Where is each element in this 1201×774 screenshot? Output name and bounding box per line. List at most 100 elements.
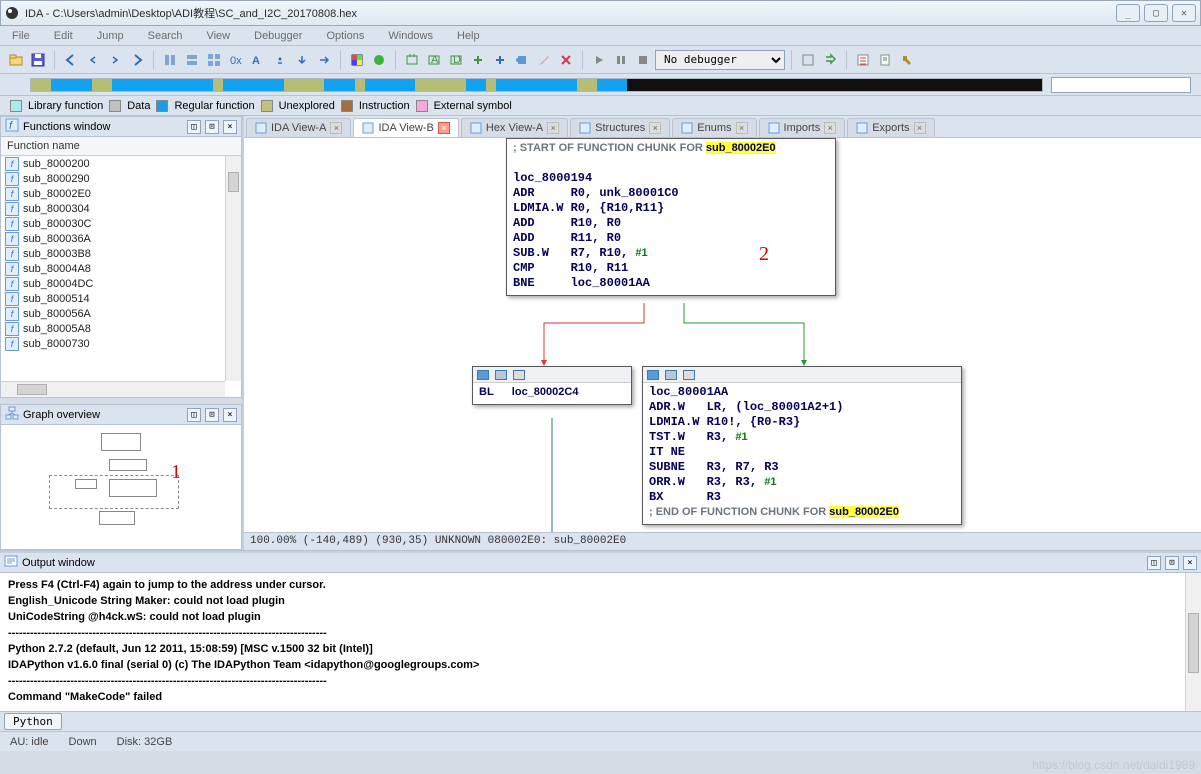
tab-ida-view-a[interactable]: IDA View-A× [246, 118, 351, 137]
toolbar-icon[interactable]: A [424, 50, 444, 70]
add-button[interactable] [468, 50, 488, 70]
graph-node-left[interactable]: BL loc_80002C4 [472, 366, 632, 405]
function-name: sub_800030C [23, 218, 92, 230]
save-button[interactable] [28, 50, 48, 70]
debug-stop-button[interactable] [633, 50, 653, 70]
tab-ida-view-b[interactable]: IDA View-B× [353, 118, 458, 137]
list-icon[interactable] [853, 50, 873, 70]
menu-edit[interactable]: Edit [48, 28, 79, 44]
tab-close-icon[interactable]: × [736, 122, 748, 134]
nav-strip[interactable] [30, 78, 1043, 92]
dock-button[interactable]: ◫ [187, 408, 201, 422]
svg-text:A: A [252, 55, 260, 67]
graph-node-right[interactable]: loc_80001AA ADR.W LR, (loc_80001A2+1) LD… [642, 366, 962, 525]
function-row[interactable]: fsub_800036A [1, 231, 241, 246]
menu-help[interactable]: Help [451, 28, 486, 44]
ida-view-b-graph[interactable]: ; START OF FUNCTION CHUNK FOR sub_80002E… [244, 138, 1201, 532]
panel-close-button[interactable]: × [223, 408, 237, 422]
toolbar-icon[interactable] [182, 50, 202, 70]
tab-exports[interactable]: Exports× [847, 118, 934, 137]
color-button[interactable] [347, 50, 367, 70]
menu-view[interactable]: View [200, 28, 236, 44]
toolbar-icon[interactable] [204, 50, 224, 70]
toolbar-icon[interactable]: D [446, 50, 466, 70]
pin-button[interactable]: ⊡ [205, 408, 219, 422]
function-row[interactable]: fsub_80004A8 [1, 261, 241, 276]
menu-file[interactable]: File [6, 28, 36, 44]
pin-button[interactable]: ⊡ [205, 120, 219, 134]
tab-close-icon[interactable]: × [330, 122, 342, 134]
puzzle-icon[interactable] [512, 50, 532, 70]
tab-structures[interactable]: Structures× [570, 118, 670, 137]
debug-play-button[interactable] [589, 50, 609, 70]
menu-search[interactable]: Search [142, 28, 189, 44]
tab-icon [579, 122, 591, 134]
goto-button[interactable] [314, 50, 334, 70]
functions-panel: f Functions window ◫ ⊡ × Function name f… [0, 116, 242, 398]
functions-column-header[interactable]: Function name [1, 137, 241, 156]
output-body[interactable]: Press F4 (Ctrl-F4) again to jump to the … [0, 573, 1201, 711]
minimize-button[interactable]: _ [1116, 4, 1140, 22]
function-row[interactable]: fsub_8000514 [1, 291, 241, 306]
output-icon [4, 554, 18, 571]
function-row[interactable]: fsub_800030C [1, 216, 241, 231]
function-row[interactable]: fsub_8000730 [1, 336, 241, 351]
menu-windows[interactable]: Windows [382, 28, 439, 44]
run-button[interactable] [369, 50, 389, 70]
tab-imports[interactable]: Imports× [759, 118, 846, 137]
menu-debugger[interactable]: Debugger [248, 28, 308, 44]
scrollbar-vertical[interactable] [225, 156, 241, 381]
toolbar-icon[interactable] [402, 50, 422, 70]
dock-button[interactable]: ◫ [1147, 556, 1161, 570]
tab-close-icon[interactable]: × [438, 122, 450, 134]
main-toolbar: 0x A A D No debugger [0, 46, 1201, 74]
function-row[interactable]: fsub_80003B8 [1, 246, 241, 261]
maximize-button[interactable]: ▢ [1144, 4, 1168, 22]
nav-dropdown[interactable] [1051, 77, 1191, 93]
scrollbar-horizontal[interactable] [1, 381, 225, 397]
nav-back-button[interactable] [61, 50, 81, 70]
function-row[interactable]: fsub_8000200 [1, 156, 241, 171]
tab-close-icon[interactable]: × [914, 122, 926, 134]
search-text-button[interactable]: A [248, 50, 268, 70]
nav-back-small-button[interactable] [83, 50, 103, 70]
function-row[interactable]: fsub_80002E0 [1, 186, 241, 201]
tab-hex-view-a[interactable]: Hex View-A× [461, 118, 568, 137]
open-button[interactable] [6, 50, 26, 70]
tab-enums[interactable]: Enums× [672, 118, 756, 137]
tab-close-icon[interactable]: × [547, 122, 559, 134]
toolbar-icon[interactable]: 0x [226, 50, 246, 70]
toolbar-icon[interactable] [798, 50, 818, 70]
toolbar-icon[interactable] [270, 50, 290, 70]
pin-button[interactable]: ⊡ [1165, 556, 1179, 570]
scrollbar-vertical[interactable] [1185, 573, 1201, 711]
debug-pause-button[interactable] [611, 50, 631, 70]
panel-close-button[interactable]: × [1183, 556, 1197, 570]
jump-down-button[interactable] [292, 50, 312, 70]
function-row[interactable]: fsub_8000290 [1, 171, 241, 186]
tab-close-icon[interactable]: × [649, 122, 661, 134]
function-row[interactable]: fsub_80005A8 [1, 321, 241, 336]
add-button[interactable] [490, 50, 510, 70]
dock-button[interactable]: ◫ [187, 120, 201, 134]
graph-overview-canvas[interactable]: 1 [1, 425, 241, 549]
function-row[interactable]: fsub_80004DC [1, 276, 241, 291]
menu-jump[interactable]: Jump [91, 28, 130, 44]
delete-button[interactable] [556, 50, 576, 70]
panel-close-button[interactable]: × [223, 120, 237, 134]
output-tab-python[interactable]: Python [4, 713, 62, 730]
debugger-select[interactable]: No debugger [655, 50, 785, 70]
function-row[interactable]: fsub_800056A [1, 306, 241, 321]
menu-options[interactable]: Options [320, 28, 370, 44]
hammer-icon[interactable] [897, 50, 917, 70]
close-button[interactable]: ✕ [1172, 4, 1196, 22]
nav-fwd-button[interactable] [127, 50, 147, 70]
step-button[interactable] [820, 50, 840, 70]
script-icon[interactable] [875, 50, 895, 70]
edit-button[interactable] [534, 50, 554, 70]
tab-close-icon[interactable]: × [824, 122, 836, 134]
function-row[interactable]: fsub_8000304 [1, 201, 241, 216]
graph-node-top[interactable]: ; START OF FUNCTION CHUNK FOR sub_80002E… [506, 138, 836, 296]
nav-fwd-small-button[interactable] [105, 50, 125, 70]
toolbar-icon[interactable] [160, 50, 180, 70]
